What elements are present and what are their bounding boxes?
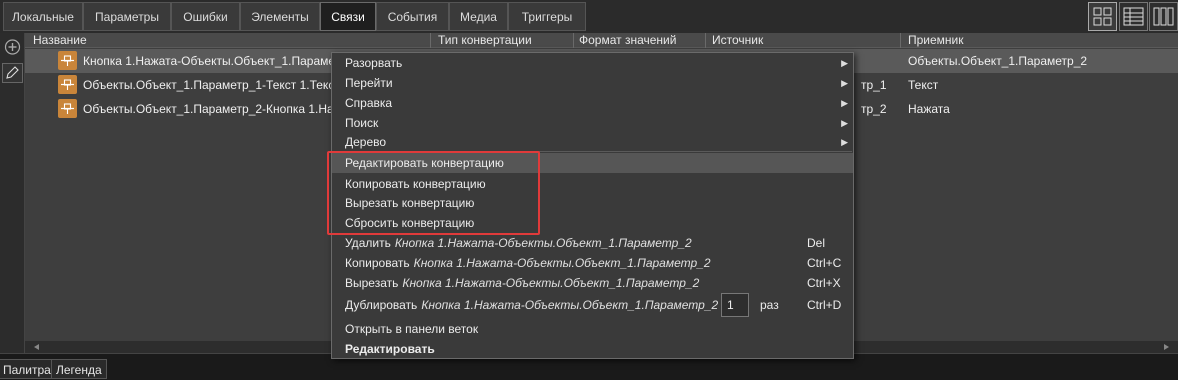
link-icon [58, 75, 77, 94]
grid-view-icon[interactable] [1088, 2, 1117, 31]
row-name: Объекты.Объект_1.Параметр_1-Текст 1.Текс… [83, 78, 340, 92]
tab-links[interactable]: Связи [320, 2, 376, 31]
menu-item-edit[interactable]: Редактировать [332, 339, 853, 359]
row-target: Нажата [908, 102, 950, 116]
edit-pencil-icon[interactable] [2, 63, 23, 83]
duplicate-count-unit: раз [760, 298, 779, 312]
column-separator[interactable] [900, 33, 901, 48]
submenu-arrow-icon: ▶ [841, 98, 848, 108]
tab-triggers[interactable]: Триггеры [508, 2, 586, 31]
tab-palette[interactable]: Палитра [0, 359, 56, 379]
row-target: Объекты.Объект_1.Параметр_2 [908, 54, 1088, 68]
table-view-icon[interactable] [1119, 2, 1148, 31]
submenu-arrow-icon: ▶ [841, 78, 848, 88]
row-name: Объекты.Объект_1.Параметр_2-Кнопка 1.На [83, 102, 334, 116]
shortcut-label: Del [807, 236, 826, 250]
menu-item-delete[interactable]: Удалить Кнопка 1.Нажата-Объекты.Объект_1.… [332, 233, 853, 253]
column-header-source[interactable]: Источник [706, 33, 763, 48]
tab-bar: Локальные Параметры Ошибки Элементы Связ… [0, 0, 1178, 33]
add-icon[interactable] [2, 37, 23, 57]
columns-view-icon[interactable] [1149, 2, 1178, 31]
menu-item-copy[interactable]: Копировать Кнопка 1.Нажата-Объекты.Объект… [332, 253, 853, 273]
link-icon [58, 99, 77, 118]
menu-item-help[interactable]: Справка ▶ [332, 93, 853, 113]
link-icon [58, 51, 77, 70]
row-name: Кнопка 1.Нажата-Объекты.Объект_1.Параме [83, 54, 336, 68]
row-source: тр_1 [861, 78, 887, 92]
tab-media[interactable]: Медиа [449, 2, 508, 31]
grid-header: Название Тип конвертации Формат значений… [25, 33, 1178, 48]
submenu-arrow-icon: ▶ [841, 137, 848, 147]
submenu-arrow-icon: ▶ [841, 58, 848, 68]
tab-elements[interactable]: Элементы [240, 2, 320, 31]
menu-item-search[interactable]: Поиск ▶ [332, 113, 853, 133]
menu-item-break[interactable]: Разорвать ▶ [332, 53, 853, 73]
tab-events[interactable]: События [376, 2, 449, 31]
tool-strip [0, 33, 25, 353]
context-menu: Разорвать ▶ Перейти ▶ Справка ▶ Поиск ▶ Дере… [331, 52, 854, 359]
duplicate-count-input[interactable]: 1 [721, 293, 749, 317]
row-source: тр_2 [861, 102, 887, 116]
tab-legend[interactable]: Легенда [51, 359, 107, 379]
menu-item-cut[interactable]: Вырезать Кнопка 1.Нажата-Объекты.Объект_1… [332, 273, 853, 293]
row-target: Текст [908, 78, 939, 92]
tab-locals[interactable]: Локальные [3, 2, 83, 31]
tab-parameters[interactable]: Параметры [83, 2, 171, 31]
menu-item-tree[interactable]: Дерево ▶ [332, 132, 853, 152]
scroll-left-icon[interactable] [27, 341, 47, 353]
menu-item-copy-conversion[interactable]: Копировать конвертацию [332, 174, 853, 194]
shortcut-label: Ctrl+X [807, 276, 841, 290]
column-header-conversion-type[interactable]: Тип конвертации [432, 33, 532, 48]
column-header-value-format[interactable]: Формат значений [573, 33, 676, 48]
shortcut-label: Ctrl+D [807, 298, 842, 312]
shortcut-label: Ctrl+C [807, 256, 842, 270]
menu-item-goto[interactable]: Перейти ▶ [332, 73, 853, 93]
menu-item-edit-conversion[interactable]: Редактировать конвертацию [332, 153, 853, 173]
column-separator[interactable] [430, 33, 431, 48]
tab-errors[interactable]: Ошибки [171, 2, 240, 31]
scroll-right-icon[interactable] [1156, 341, 1176, 353]
menu-separator [333, 151, 852, 152]
column-header-target[interactable]: Приемник [902, 33, 964, 48]
menu-item-cut-conversion[interactable]: Вырезать конвертацию [332, 193, 853, 213]
column-header-name[interactable]: Название [27, 33, 87, 48]
menu-item-reset-conversion[interactable]: Сбросить конвертацию [332, 213, 853, 233]
menu-item-open-in-branch-panel[interactable]: Открыть в панели веток [332, 319, 853, 339]
submenu-arrow-icon: ▶ [841, 118, 848, 128]
